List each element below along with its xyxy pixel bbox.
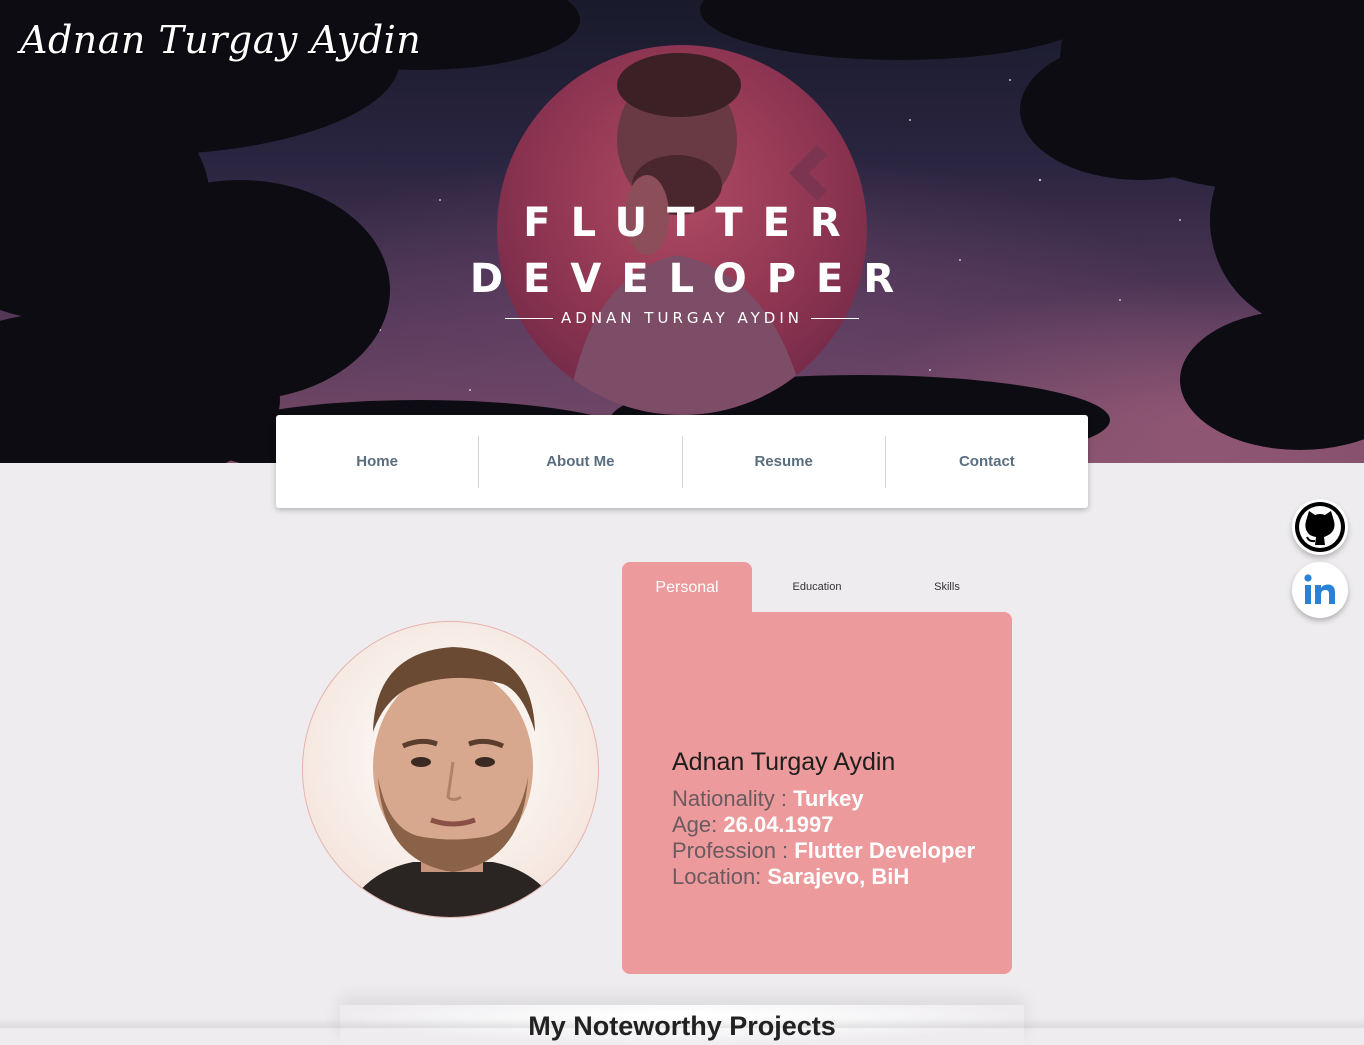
hero-banner: Adnan Turgay Aydin FLUTTER DEVELOPER ADN…	[0, 0, 1364, 463]
field-label: Nationality :	[672, 786, 794, 811]
field-label: Location:	[672, 864, 768, 889]
field-nationality: Nationality : Turkey	[672, 786, 975, 812]
field-age: Age: 26.04.1997	[672, 812, 975, 838]
portrait-illustration	[343, 647, 563, 917]
profile-portrait	[302, 621, 599, 918]
headline-line-1: FLUTTER	[523, 200, 861, 246]
profile-fields: Nationality : Turkey Age: 26.04.1997 Pro…	[672, 786, 975, 890]
field-value: Turkey	[793, 786, 864, 811]
headline-line-2: DEVELOPER	[469, 256, 915, 302]
field-label: Profession :	[672, 838, 795, 863]
tab-personal[interactable]: Personal	[622, 562, 752, 614]
linkedin-button[interactable]	[1292, 562, 1348, 618]
tab-skills[interactable]: Skills	[882, 562, 1012, 612]
tab-education[interactable]: Education	[752, 562, 882, 612]
field-value: Sarajevo, BiH	[767, 864, 910, 889]
personal-info-card: Adnan Turgay Aydin Nationality : Turkey …	[622, 612, 1012, 974]
field-profession: Profession : Flutter Developer	[672, 838, 975, 864]
headline-subtitle-text: ADNAN TURGAY AYDIN	[561, 309, 803, 327]
nav-home[interactable]: Home	[276, 436, 478, 488]
field-location: Location: Sarajevo, BiH	[672, 864, 975, 890]
nav-resume[interactable]: Resume	[681, 435, 885, 488]
bottom-shadow	[0, 1018, 1364, 1028]
field-value: 26.04.1997	[723, 812, 834, 837]
headline-subtitle: ADNAN TURGAY AYDIN	[440, 309, 924, 327]
field-value: Flutter Developer	[794, 838, 976, 863]
linkedin-icon	[1304, 574, 1335, 604]
field-label: Age:	[672, 812, 724, 837]
nav-contact[interactable]: Contact	[884, 435, 1088, 488]
brand-logo-text[interactable]: Adnan Turgay Aydin	[20, 18, 421, 62]
profile-name: Adnan Turgay Aydin	[672, 748, 896, 776]
nav-about-me[interactable]: About Me	[478, 435, 681, 488]
github-icon	[1295, 502, 1345, 552]
github-button[interactable]	[1292, 499, 1348, 555]
main-nav: Home About Me Resume Contact	[276, 415, 1088, 508]
divider-right	[810, 317, 859, 319]
hero-headline: FLUTTER DEVELOPER ADNAN TURGAY AYDIN	[440, 195, 924, 327]
divider-left	[505, 317, 554, 319]
